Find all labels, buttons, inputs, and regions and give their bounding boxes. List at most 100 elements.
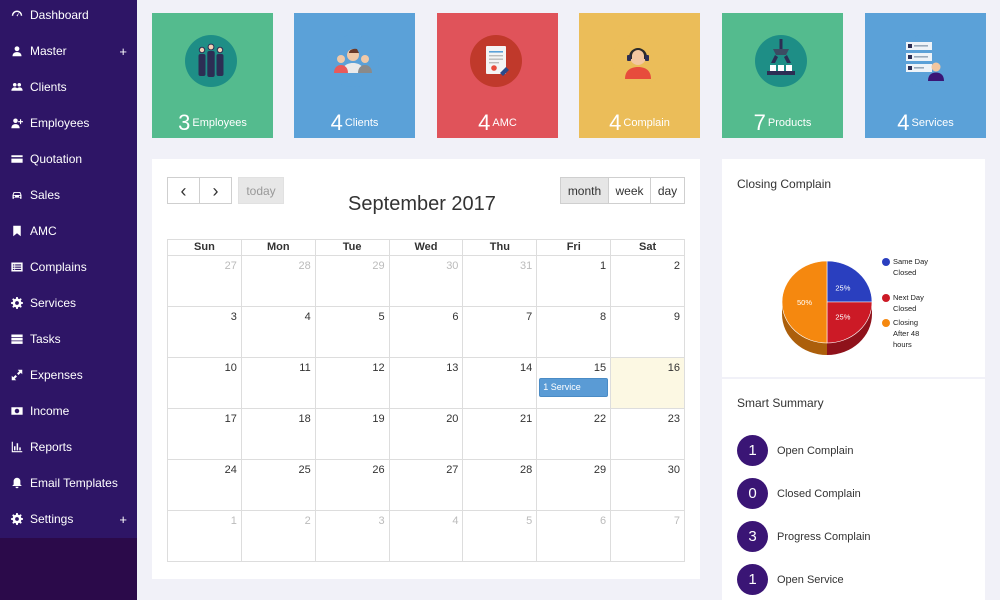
stat-count: 4	[330, 110, 343, 135]
calendar-day-cell[interactable]: 2	[611, 256, 686, 307]
calendar-day-cell[interactable]: 18	[241, 409, 316, 460]
calendar-day-cell[interactable]: 3	[315, 511, 390, 562]
calendar-day-cell[interactable]: 4	[389, 511, 464, 562]
calendar-day-cell[interactable]: 26	[315, 460, 390, 511]
calendar-day-cell[interactable]: 29	[537, 460, 612, 511]
stat-tile-clients[interactable]: 4 Clients	[294, 13, 415, 138]
day-number: 6	[600, 515, 607, 527]
calendar-day-cell[interactable]: 25	[241, 460, 316, 511]
summary-item[interactable]: 0 Closed Complain	[737, 478, 861, 509]
sidebar-item-settings[interactable]: Settings +	[0, 504, 137, 534]
sidebar-item-expenses[interactable]: Expenses	[0, 360, 137, 390]
stat-tile-amc[interactable]: 4 AMC	[437, 13, 558, 138]
day-number: 29	[593, 464, 607, 476]
pie-slice-next-day-closed[interactable]	[826, 301, 873, 344]
summary-count-badge: 0	[737, 478, 768, 509]
calendar-day-cell[interactable]: 4	[241, 307, 316, 358]
day-number: 11	[299, 362, 311, 374]
calendar-day-cell[interactable]: 7	[611, 511, 686, 562]
sidebar-item-complains[interactable]: Complains	[0, 252, 137, 282]
calendar-day-cell[interactable]: 22	[537, 409, 612, 460]
day-number: 6	[452, 311, 459, 323]
expand-plus-icon[interactable]: +	[119, 512, 127, 527]
stat-tile-services[interactable]: 4 Services	[865, 13, 986, 138]
calendar-day-cell[interactable]: 1	[168, 511, 242, 562]
pie-legend-item: Next Day Closed	[882, 292, 931, 314]
closing-complain-pie-chart: 25% 25% 50%	[781, 260, 873, 355]
complain-icon	[612, 35, 664, 87]
sidebar-item-email-templates[interactable]: Email Templates	[0, 468, 137, 498]
sidebar-item-dashboard[interactable]: Dashboard	[0, 0, 137, 30]
view-week-button[interactable]: week	[608, 177, 651, 204]
calendar-day-cell[interactable]: 29	[315, 256, 390, 307]
calendar-day-cell[interactable]: 17	[168, 409, 242, 460]
day-number: 19	[372, 413, 385, 425]
calendar-day-cell[interactable]: 7	[463, 307, 538, 358]
calendar-day-cell[interactable]: 13	[389, 358, 464, 409]
view-month-button[interactable]: month	[560, 177, 609, 204]
sidebar-item-services[interactable]: Services	[0, 288, 137, 318]
calendar-day-cell[interactable]: 19	[315, 409, 390, 460]
sidebar-item-sales[interactable]: Sales	[0, 180, 137, 210]
calendar-day-cell[interactable]: 6	[537, 511, 612, 562]
calendar-day-cell[interactable]: 6	[389, 307, 464, 358]
sidebar-item-label: Sales	[30, 188, 61, 202]
calendar-day-cell[interactable]: 27	[168, 256, 242, 307]
calendar-day-cell[interactable]: 14	[463, 358, 538, 409]
calendar-day-cell[interactable]: 21	[463, 409, 538, 460]
calendar-day-cell[interactable]: 2	[241, 511, 316, 562]
expand-plus-icon[interactable]: +	[119, 44, 127, 59]
sidebar-item-clients[interactable]: Clients	[0, 72, 137, 102]
next-month-button[interactable]: ›	[199, 177, 232, 204]
calendar-day-cell[interactable]: 31	[463, 256, 538, 307]
calendar-day-cell[interactable]: 1	[537, 256, 612, 307]
calendar-day-cell[interactable]: 28	[241, 256, 316, 307]
calendar-day-cell[interactable]: 20	[389, 409, 464, 460]
summary-item[interactable]: 1 Open Complain	[737, 435, 853, 466]
day-number: 28	[520, 464, 533, 476]
stat-tile-employees[interactable]: 3 Employees	[152, 13, 273, 138]
stat-tile-products[interactable]: 7 Products	[722, 13, 843, 138]
calendar-week-row: 27 28 29 30 31 1 2	[168, 256, 686, 307]
calendar-day-cell[interactable]: 5	[315, 307, 390, 358]
calendar-event[interactable]: 1 Service	[539, 378, 609, 397]
sidebar-item-tasks[interactable]: Tasks	[0, 324, 137, 354]
stat-value: 7 Products	[722, 110, 843, 136]
day-number: 8	[600, 311, 607, 323]
prev-month-button[interactable]: ‹	[167, 177, 200, 204]
day-number: 30	[667, 464, 681, 476]
calendar-day-cell[interactable]: 23	[611, 409, 686, 460]
calendar-day-cell[interactable]: 27	[389, 460, 464, 511]
summary-item[interactable]: 3 Progress Complain	[737, 521, 871, 552]
calendar-day-cell[interactable]: 30	[611, 460, 686, 511]
stat-tile-complain[interactable]: 4 Complain	[579, 13, 700, 138]
calendar-day-cell[interactable]: 9	[611, 307, 686, 358]
calendar-day-cell[interactable]: 11	[241, 358, 316, 409]
pie-slice-label: 25%	[835, 312, 850, 321]
calendar-day-cell[interactable]: 3	[168, 307, 242, 358]
sidebar-item-employees[interactable]: Employees	[0, 108, 137, 138]
calendar-day-cell[interactable]: 28	[463, 460, 538, 511]
calendar-day-cell[interactable]: 15 1 Service	[537, 358, 612, 409]
pie-slice-same-day-closed[interactable]	[826, 260, 873, 303]
calendar-day-cell[interactable]: 24	[168, 460, 242, 511]
calendar-day-cell[interactable]: 5	[463, 511, 538, 562]
summary-item[interactable]: 1 Open Service	[737, 564, 844, 595]
calendar-day-cell[interactable]: 8	[537, 307, 612, 358]
calendar-day-cell[interactable]: 12	[315, 358, 390, 409]
legend-label: Same Day Closed	[893, 257, 929, 277]
sidebar-item-quotation[interactable]: Quotation	[0, 144, 137, 174]
view-day-button[interactable]: day	[650, 177, 685, 204]
calendar-day-cell[interactable]: 30	[389, 256, 464, 307]
sidebar: Dashboard Master + Clients Employees Quotatio…	[0, 0, 137, 600]
services-icon	[898, 35, 950, 87]
sidebar-item-income[interactable]: Income	[0, 396, 137, 426]
sidebar-item-master[interactable]: Master +	[0, 36, 137, 66]
sidebar-item-amc[interactable]: AMC	[0, 216, 137, 246]
calendar-day-cell[interactable]: 16	[611, 358, 686, 409]
day-number: 1	[230, 515, 237, 527]
sidebar-item-reports[interactable]: Reports	[0, 432, 137, 462]
closing-complain-panel: Closing Complain 25% 25% 50% Same Day Clos…	[722, 159, 985, 377]
calendar-day-cell[interactable]: 10	[168, 358, 242, 409]
today-button[interactable]: today	[238, 177, 284, 204]
